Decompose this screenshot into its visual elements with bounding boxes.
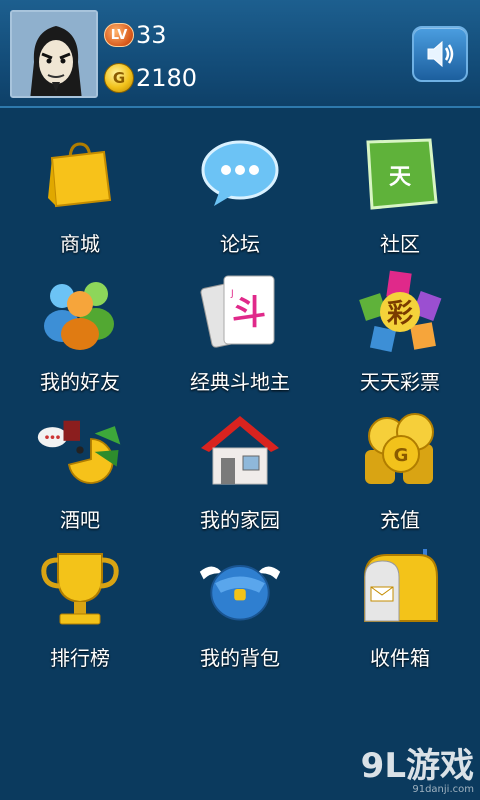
trophy-icon bbox=[36, 544, 124, 632]
menu-label: 我的家园 bbox=[200, 508, 280, 532]
chat-bubble-icon bbox=[196, 130, 284, 218]
menu-item-leaderboard[interactable]: 排行榜 bbox=[0, 534, 160, 672]
menu-label: 论坛 bbox=[220, 232, 260, 256]
menu-item-landlord-cards[interactable]: 斗 J 经典斗地主 bbox=[160, 258, 320, 396]
menu-label: 我的背包 bbox=[200, 646, 280, 670]
gold-coin-icon: G bbox=[104, 63, 134, 93]
menu-item-backpack[interactable]: 我的背包 bbox=[160, 534, 320, 672]
house-icon bbox=[196, 406, 284, 494]
site-watermark-logo: 9L游戏 91danji.com bbox=[352, 746, 480, 800]
avatar[interactable] bbox=[10, 10, 98, 98]
coin-stack-icon: G bbox=[356, 406, 444, 494]
svg-text:彩: 彩 bbox=[386, 299, 413, 329]
watermark-url-text: 91danji.com bbox=[412, 784, 474, 795]
menu-item-inbox[interactable]: 收件箱 bbox=[320, 534, 480, 672]
backpack-icon bbox=[196, 544, 284, 632]
svg-text:天: 天 bbox=[389, 165, 412, 190]
sound-toggle-button[interactable] bbox=[412, 26, 468, 82]
svg-text:J: J bbox=[230, 289, 234, 299]
menu-label: 天天彩票 bbox=[360, 370, 440, 394]
menu-item-homeland[interactable]: 我的家园 bbox=[160, 396, 320, 534]
menu-item-lottery[interactable]: 彩 天天彩票 bbox=[320, 258, 480, 396]
coin-value: 2180 bbox=[136, 64, 198, 92]
menu-label: 酒吧 bbox=[60, 508, 100, 532]
level-value: 33 bbox=[136, 21, 167, 49]
menu-item-shop[interactable]: 商城 bbox=[0, 120, 160, 258]
menu-label: 社区 bbox=[380, 232, 420, 256]
menu-label: 商城 bbox=[60, 232, 100, 256]
menu-label: 我的好友 bbox=[40, 370, 120, 394]
menu-label: 充值 bbox=[380, 508, 420, 532]
svg-text:G: G bbox=[394, 445, 409, 466]
menu-item-forum[interactable]: 论坛 bbox=[160, 120, 320, 258]
header-bar: LV 33 G 2180 bbox=[0, 0, 480, 108]
shopping-bag-icon bbox=[36, 130, 124, 218]
playing-cards-icon: 斗 J bbox=[196, 268, 284, 356]
menu-label: 排行榜 bbox=[50, 646, 110, 670]
menu-item-bar[interactable]: 酒吧 bbox=[0, 396, 160, 534]
svg-text:斗: 斗 bbox=[232, 293, 266, 333]
level-badge-icon: LV bbox=[104, 23, 134, 47]
watermark-main-text: 9L游戏 bbox=[360, 746, 474, 786]
bar-icon bbox=[36, 406, 124, 494]
mailbox-icon bbox=[356, 544, 444, 632]
lottery-icon: 彩 bbox=[356, 268, 444, 356]
menu-label: 收件箱 bbox=[370, 646, 430, 670]
friends-icon bbox=[36, 268, 124, 356]
menu-item-community[interactable]: 天 社区 bbox=[320, 120, 480, 258]
avatar-face-icon bbox=[12, 12, 96, 96]
coin-display: G 2180 bbox=[104, 62, 197, 94]
community-icon: 天 bbox=[356, 130, 444, 218]
menu-label: 经典斗地主 bbox=[190, 370, 290, 394]
level-display: LV 33 bbox=[104, 20, 167, 50]
menu-item-recharge[interactable]: G 充值 bbox=[320, 396, 480, 534]
menu-item-friends[interactable]: 我的好友 bbox=[0, 258, 160, 396]
speaker-icon bbox=[427, 40, 454, 68]
